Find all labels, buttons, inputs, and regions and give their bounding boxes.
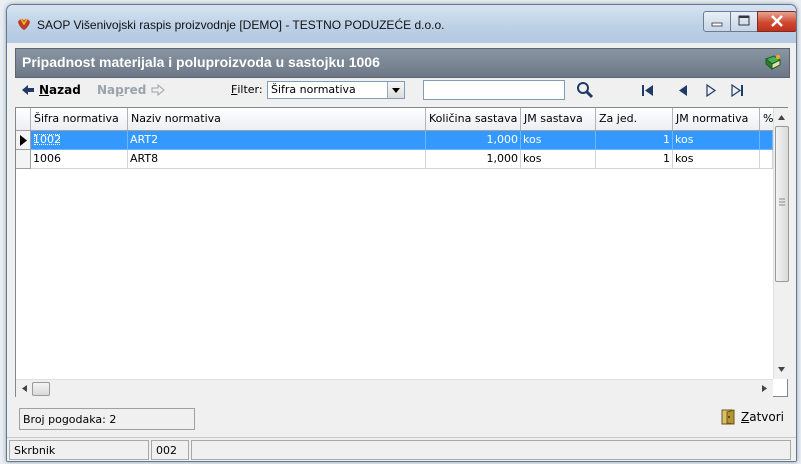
status-empty-cell bbox=[191, 440, 791, 460]
first-record-icon[interactable] bbox=[641, 84, 655, 98]
status-user-label: Skrbnik bbox=[14, 444, 56, 457]
column-header-unit[interactable]: JM sastava bbox=[521, 108, 596, 130]
scroll-left-icon[interactable] bbox=[17, 381, 32, 396]
status-user-code: 002 bbox=[156, 444, 177, 457]
row-indicator bbox=[16, 150, 31, 169]
column-header-norm-unit[interactable]: JM normativa bbox=[673, 108, 760, 130]
cell-percent bbox=[760, 150, 773, 169]
vertical-scrollbar[interactable] bbox=[773, 108, 789, 379]
scroll-up-icon[interactable] bbox=[774, 110, 789, 125]
horizontal-scrollbar[interactable] bbox=[16, 379, 773, 397]
chevron-down-icon bbox=[392, 88, 400, 93]
row-indicator bbox=[16, 131, 31, 150]
toolbar: Nazad Na p red Filter: Šifra normativa bbox=[15, 79, 788, 103]
help-book-icon[interactable] bbox=[763, 53, 783, 73]
fwd-label-pre: Na bbox=[97, 83, 116, 97]
status-user-code-cell: 002 bbox=[151, 440, 189, 460]
dropdown-button[interactable] bbox=[387, 82, 404, 98]
search-input[interactable] bbox=[423, 80, 565, 100]
column-header-name[interactable]: Naziv normativa bbox=[128, 108, 426, 130]
header-panel: Pripadnost materijala i poluproizvoda u … bbox=[15, 48, 790, 78]
filter-label-rest: ilter: bbox=[237, 83, 263, 96]
forward-button[interactable]: Na p red bbox=[97, 83, 166, 97]
table-row[interactable]: 1006 ART8 1,000 kos 1 kos bbox=[16, 150, 773, 169]
minimize-button[interactable] bbox=[703, 11, 731, 32]
cell-unit: kos bbox=[521, 150, 596, 169]
cell-norm-unit: kos bbox=[673, 150, 760, 169]
maximize-button[interactable] bbox=[730, 11, 758, 32]
back-key: N bbox=[39, 83, 50, 97]
close-key: Z bbox=[741, 410, 750, 424]
result-count-label: Broj pogodaka: 2 bbox=[23, 413, 117, 426]
column-header-quantity[interactable]: Količina sastava bbox=[426, 108, 521, 130]
main-window: SAOP Višenivojski raspis proizvodnje [DE… bbox=[6, 4, 797, 462]
next-record-icon[interactable] bbox=[705, 84, 717, 98]
table-row[interactable]: 1002 ART2 1,000 kos 1 kos bbox=[16, 131, 773, 150]
close-button[interactable]: Zatvori bbox=[720, 409, 784, 425]
door-exit-icon bbox=[721, 409, 735, 425]
cell-quantity: 1,000 bbox=[426, 150, 521, 169]
grid-header: Šifra normativa Naziv normativa Količina… bbox=[16, 108, 773, 131]
maximize-icon bbox=[738, 15, 750, 26]
cell-per-unit: 1 bbox=[596, 150, 673, 169]
arrow-left-icon bbox=[22, 85, 34, 95]
search-icon[interactable] bbox=[576, 81, 594, 99]
window-title: SAOP Višenivojski raspis proizvodnje [DE… bbox=[37, 18, 445, 32]
cell-quantity: 1,000 bbox=[426, 131, 521, 150]
cell-name: ART2 bbox=[128, 131, 426, 150]
data-grid: Šifra normativa Naziv normativa Količina… bbox=[15, 107, 789, 397]
cell-percent bbox=[760, 131, 773, 150]
column-header-code[interactable]: Šifra normativa bbox=[31, 108, 128, 130]
cell-code: 1006 bbox=[31, 150, 128, 169]
minimize-icon bbox=[711, 22, 723, 27]
current-row-arrow-icon bbox=[20, 135, 27, 146]
page-title: Pripadnost materijala i poluproizvoda u … bbox=[22, 54, 380, 70]
close-label: atvori bbox=[749, 410, 785, 424]
back-button[interactable]: Nazad bbox=[21, 83, 81, 97]
arrow-right-icon bbox=[151, 84, 166, 96]
back-label: azad bbox=[49, 83, 81, 97]
column-header-percent[interactable]: % bbox=[760, 108, 773, 130]
filter-select[interactable]: Šifra normativa bbox=[267, 81, 405, 99]
cell-unit: kos bbox=[521, 131, 596, 150]
status-user-label-cell: Skrbnik bbox=[9, 440, 149, 460]
filter-label: Filter: bbox=[231, 83, 263, 96]
status-bar: Skrbnik 002 bbox=[7, 437, 796, 461]
cell-per-unit: 1 bbox=[596, 131, 673, 150]
vertical-scroll-thumb[interactable] bbox=[775, 126, 789, 282]
grip-icon bbox=[779, 198, 785, 206]
app-logo-icon bbox=[18, 18, 30, 30]
scroll-down-icon[interactable] bbox=[774, 362, 789, 377]
cell-norm-unit: kos bbox=[673, 131, 760, 150]
fwd-key: p bbox=[115, 83, 124, 97]
close-icon bbox=[771, 15, 783, 27]
cell-code: 1002 bbox=[33, 133, 61, 146]
filter-value: Šifra normativa bbox=[271, 83, 356, 96]
horizontal-scroll-thumb[interactable] bbox=[32, 382, 50, 396]
scroll-right-icon[interactable] bbox=[757, 381, 772, 396]
close-window-button[interactable] bbox=[757, 11, 796, 32]
column-header-per-unit[interactable]: Za jed. bbox=[596, 108, 673, 130]
title-bar: SAOP Višenivojski raspis proizvodnje [DE… bbox=[7, 5, 796, 43]
last-record-icon[interactable] bbox=[731, 84, 745, 98]
cell-name: ART8 bbox=[128, 150, 426, 169]
result-count: Broj pogodaka: 2 bbox=[19, 408, 195, 430]
row-indicator-header bbox=[16, 108, 31, 130]
fwd-label: red bbox=[123, 83, 147, 97]
previous-record-icon[interactable] bbox=[677, 84, 689, 98]
